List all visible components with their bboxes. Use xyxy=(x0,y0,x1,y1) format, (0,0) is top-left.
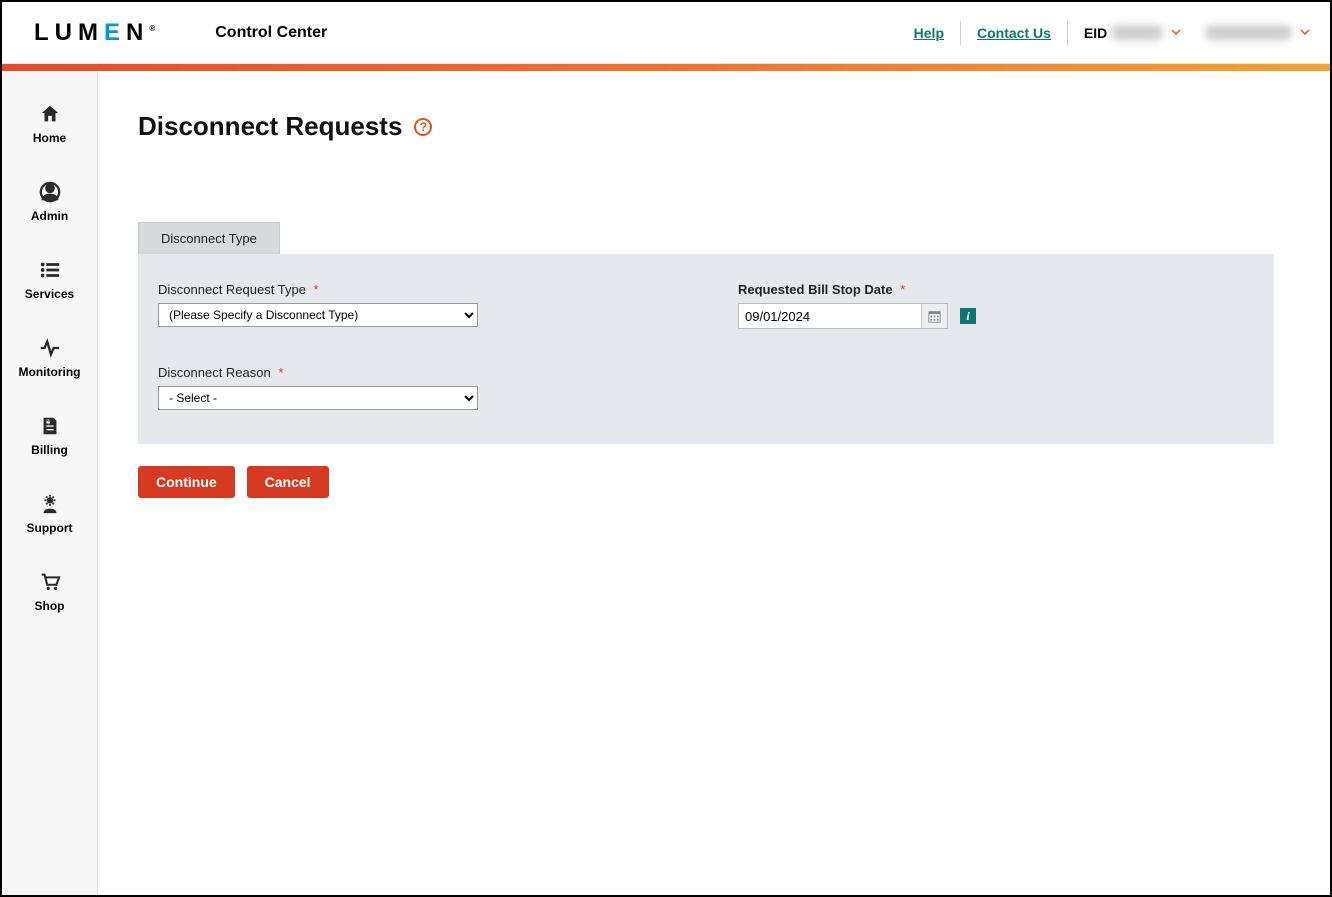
user-icon xyxy=(38,181,62,203)
list-icon xyxy=(38,259,62,281)
calendar-icon xyxy=(928,310,941,323)
field-disconnect-reason: Disconnect Reason * - Select - xyxy=(158,365,618,410)
disconnect-reason-select[interactable]: - Select - xyxy=(158,386,478,410)
logo-mark: ® xyxy=(149,24,155,33)
field-label: Disconnect Request Type * xyxy=(158,282,618,297)
logo-accent: E xyxy=(104,19,126,46)
tab-disconnect-type[interactable]: Disconnect Type xyxy=(138,222,280,254)
logo[interactable]: LUMEN® xyxy=(34,19,155,47)
field-label: Requested Bill Stop Date * xyxy=(738,282,976,297)
contact-link[interactable]: Contact Us xyxy=(961,25,1067,41)
eid-label: EID xyxy=(1084,25,1107,41)
chevron-down-icon xyxy=(1300,25,1310,40)
calendar-button[interactable] xyxy=(921,304,947,328)
eid-dropdown[interactable]: EID XXXXXX xyxy=(1068,25,1181,41)
eid-value-redacted: XXXXXX xyxy=(1111,25,1163,40)
sidebar-item-label: Services xyxy=(25,287,74,301)
sidebar-item-monitoring[interactable]: Monitoring xyxy=(2,337,97,379)
home-icon xyxy=(38,103,62,125)
required-mark: * xyxy=(278,365,283,380)
sidebar-item-shop[interactable]: Shop xyxy=(2,571,97,613)
logo-prefix: LUM xyxy=(34,19,104,46)
bill-stop-date-input[interactable] xyxy=(739,304,921,328)
sidebar-item-label: Billing xyxy=(31,443,68,457)
page-title-row: Disconnect Requests ? xyxy=(138,111,1274,142)
accent-bar xyxy=(2,64,1330,71)
sidebar-item-admin[interactable]: Admin xyxy=(2,181,97,223)
required-mark: * xyxy=(314,282,319,297)
sidebar: Home Admin Services Monitoring $ Billing… xyxy=(2,71,98,895)
sidebar-item-label: Home xyxy=(33,131,66,145)
sidebar-item-support[interactable]: Support xyxy=(2,493,97,535)
required-mark: * xyxy=(900,282,905,297)
logo-suffix: N xyxy=(126,19,149,46)
sidebar-item-services[interactable]: Services xyxy=(2,259,97,301)
disconnect-request-type-select[interactable]: (Please Specify a Disconnect Type) xyxy=(158,303,478,327)
svg-text:$: $ xyxy=(46,419,50,426)
form-area: Disconnect Type Disconnect Request Type … xyxy=(138,222,1274,498)
cancel-button[interactable]: Cancel xyxy=(247,466,329,498)
header: LUMEN® Control Center Help Contact Us EI… xyxy=(2,2,1330,64)
form-panel: Disconnect Request Type * (Please Specif… xyxy=(138,254,1274,444)
button-row: Continue Cancel xyxy=(138,466,1274,498)
gear-user-icon xyxy=(38,493,62,515)
field-disconnect-request-type: Disconnect Request Type * (Please Specif… xyxy=(158,282,618,327)
sidebar-item-billing[interactable]: $ Billing xyxy=(2,415,97,457)
page-title: Disconnect Requests xyxy=(138,111,402,142)
chevron-down-icon xyxy=(1171,25,1181,40)
app-title: Control Center xyxy=(215,24,327,42)
user-dropdown[interactable]: XXXXXXXXXX xyxy=(1201,25,1310,40)
user-name-redacted: XXXXXXXXXX xyxy=(1205,25,1292,40)
activity-icon xyxy=(38,337,62,359)
field-bill-stop-date: Requested Bill Stop Date * i xyxy=(738,282,976,329)
header-links: Help Contact Us EID XXXXXX XXXXXXXXXX xyxy=(898,21,1310,45)
info-icon[interactable]: i xyxy=(960,308,976,324)
continue-button[interactable]: Continue xyxy=(138,466,235,498)
sidebar-item-label: Monitoring xyxy=(19,365,81,379)
cart-icon xyxy=(38,571,62,593)
sidebar-item-label: Admin xyxy=(31,209,68,223)
sidebar-item-label: Support xyxy=(27,521,73,535)
sidebar-item-home[interactable]: Home xyxy=(2,103,97,145)
sidebar-item-label: Shop xyxy=(35,599,65,613)
help-link[interactable]: Help xyxy=(898,25,960,41)
help-icon[interactable]: ? xyxy=(414,118,432,136)
field-label: Disconnect Reason * xyxy=(158,365,618,380)
content: Disconnect Requests ? Disconnect Type Di… xyxy=(98,71,1330,895)
invoice-icon: $ xyxy=(38,415,62,437)
date-field xyxy=(738,303,948,329)
